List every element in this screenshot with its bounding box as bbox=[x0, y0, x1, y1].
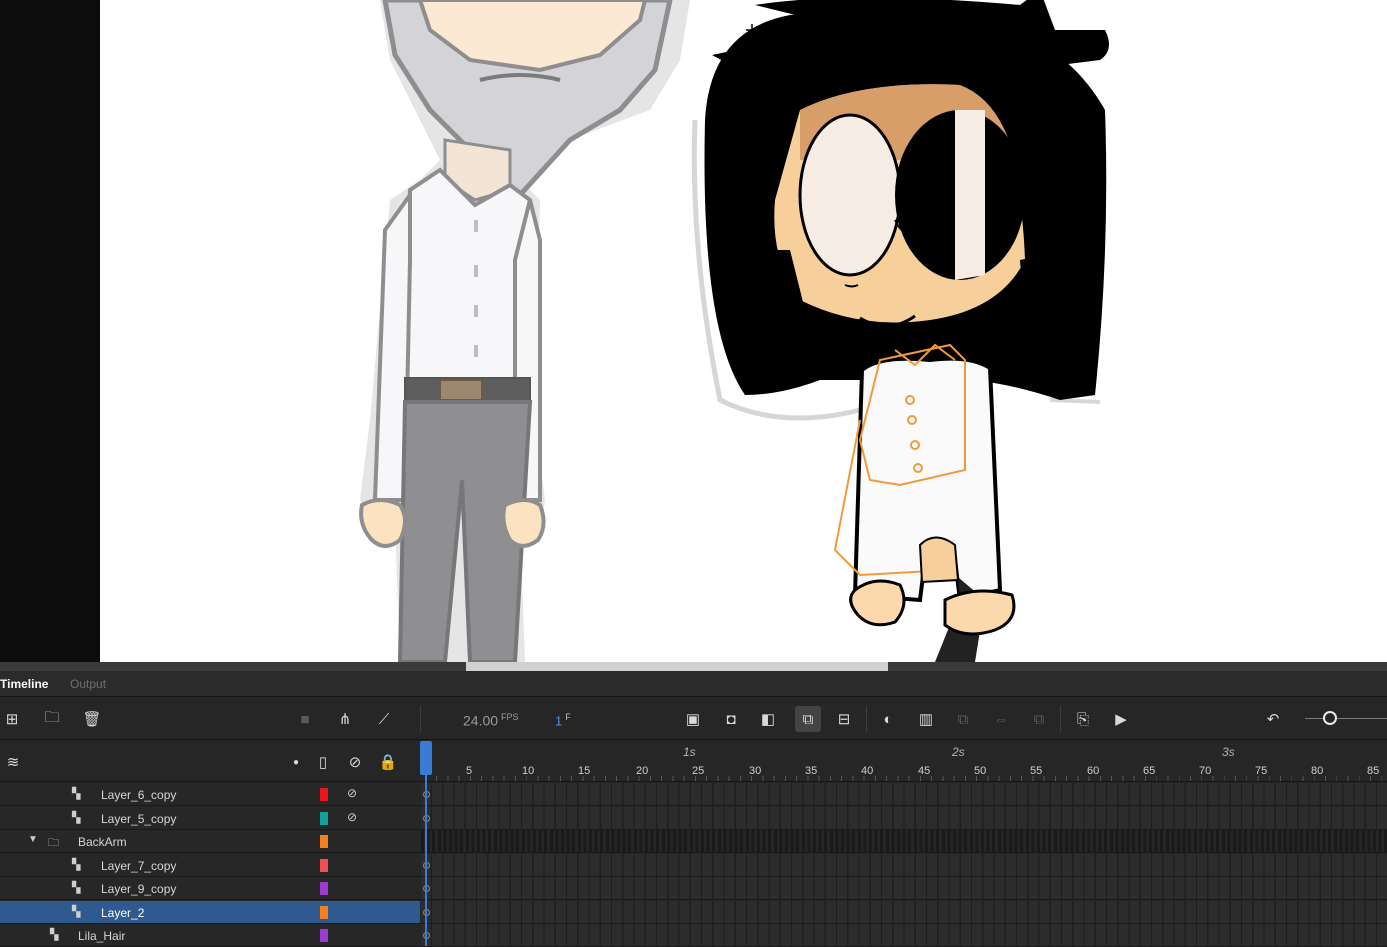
layer-color-swatch[interactable] bbox=[320, 811, 328, 825]
girl-figure bbox=[691, 0, 1109, 662]
layer-row[interactable]: ▚ Layer_9_copy bbox=[0, 877, 420, 900]
scrollbar-thumb[interactable] bbox=[466, 662, 888, 671]
undo-icon[interactable]: ↶ bbox=[1262, 708, 1284, 730]
camera-icon[interactable]: ■ bbox=[294, 708, 316, 730]
layer-name: Layer_5_copy bbox=[101, 811, 177, 826]
frame-row[interactable] bbox=[421, 806, 1387, 830]
layer-row[interactable]: ▚ Layer_5_copy ⊘ bbox=[0, 806, 420, 830]
trash-icon[interactable]: 🗑 bbox=[81, 708, 103, 730]
zoom-slider[interactable] bbox=[1305, 711, 1387, 725]
tab-timeline[interactable]: Timeline bbox=[0, 677, 48, 691]
layer-row[interactable]: ▚ Lila_Hair bbox=[0, 924, 420, 947]
layer-row[interactable]: ▚ Layer_6_copy ⊘ bbox=[0, 783, 420, 806]
layer-name: Layer_7_copy bbox=[101, 858, 177, 873]
slider-knob[interactable] bbox=[1323, 711, 1337, 725]
layer-name: Layer_9_copy bbox=[101, 882, 177, 896]
toolbar-divider bbox=[420, 706, 421, 732]
current-frame-display[interactable]: 1F bbox=[555, 712, 571, 728]
dot-icon[interactable]: ● bbox=[285, 751, 307, 773]
eye-hidden-icon[interactable]: ⊘ bbox=[347, 810, 357, 824]
layer-color-swatch[interactable] bbox=[320, 788, 328, 801]
layer-icon: ▚ bbox=[72, 788, 81, 800]
eye-hidden-icon[interactable]: ⊘ bbox=[347, 786, 357, 800]
layer-name: Layer_6_copy bbox=[101, 788, 177, 802]
character-artwork[interactable] bbox=[100, 0, 1387, 662]
multi-frame-icon[interactable]: ▥ bbox=[915, 708, 937, 730]
toolbar-divider bbox=[866, 706, 867, 732]
frame-icon[interactable]: ◧ bbox=[757, 708, 779, 730]
stage-horizontal-scrollbar[interactable] bbox=[0, 662, 1387, 671]
frame-row[interactable] bbox=[421, 853, 1387, 877]
layer-color-swatch[interactable] bbox=[320, 858, 328, 872]
layers-header: ≋ ● ▯ ⊘ 🔒 bbox=[0, 741, 420, 782]
layer-icon: ▚ bbox=[72, 905, 81, 918]
layer-row[interactable]: ▚ Layer_7_copy bbox=[0, 853, 420, 877]
layer-icon: ▚ bbox=[72, 811, 81, 824]
keyframe-icon[interactable]: ▣ bbox=[682, 708, 704, 730]
toolbar-divider bbox=[1060, 706, 1061, 732]
link-frames-icon[interactable]: ⇔ bbox=[990, 708, 1012, 730]
eye-hidden-icon[interactable]: ⊘ bbox=[344, 751, 366, 773]
frame-row[interactable] bbox=[421, 877, 1387, 900]
lock-icon[interactable]: 🔒 bbox=[377, 751, 399, 773]
remove-frame-icon[interactable]: ⊟ bbox=[833, 708, 855, 730]
frame-row[interactable] bbox=[421, 783, 1387, 806]
hierarchy-icon[interactable]: ⋔ bbox=[334, 708, 356, 730]
timeline-ruler[interactable]: 1s 2s 3s 5 10 15 20 25 30 35 40 45 50 55… bbox=[421, 741, 1387, 782]
layer-color-swatch[interactable] bbox=[320, 905, 328, 919]
frame-row[interactable] bbox=[421, 924, 1387, 946]
canvas[interactable] bbox=[100, 0, 1387, 662]
layer-color-swatch[interactable] bbox=[320, 882, 328, 895]
export-icon[interactable]: ⎘ bbox=[1072, 708, 1094, 730]
layer-folder-row[interactable]: ▼ 🗀 BackArm bbox=[0, 830, 420, 853]
timeline-panel: Timeline Output ⊞ 🗀 🗑 ■ ⋔ ⟋ 24.00 FPS 1F … bbox=[0, 671, 1387, 947]
folder-icon: 🗀 bbox=[48, 837, 59, 849]
tab-output[interactable]: Output bbox=[70, 677, 106, 691]
frames-grid[interactable] bbox=[421, 783, 1387, 946]
layer-icon: ▚ bbox=[50, 929, 59, 941]
play-icon[interactable]: ▶ bbox=[1110, 708, 1132, 730]
layer-color-swatch[interactable] bbox=[320, 929, 328, 942]
graph-icon[interactable]: ⟋ bbox=[373, 708, 395, 730]
stage-area[interactable] bbox=[0, 0, 1387, 662]
onion-skin-icon[interactable]: ◐ bbox=[877, 708, 899, 730]
panel-tabs: Timeline Output bbox=[0, 671, 1387, 697]
layer-list: ▚ Layer_6_copy ⊘ ▚ Layer_5_copy ⊘ ▼ 🗀 Ba… bbox=[0, 783, 420, 947]
layer-color-swatch[interactable] bbox=[320, 835, 328, 848]
layer-name: Lila_Hair bbox=[78, 929, 126, 943]
layer-name: BackArm bbox=[78, 835, 127, 849]
timeline-toolbar: ⊞ 🗀 🗑 ■ ⋔ ⟋ 24.00 FPS 1F ▣ ◘ ◧ ⧉ ⊟ ◐ ▥ ⧉ … bbox=[0, 698, 1387, 740]
frame-row-folder[interactable] bbox=[421, 830, 1387, 853]
layers-stack-icon: ≋ bbox=[6, 754, 20, 771]
empty-keyframe-icon[interactable]: ◘ bbox=[720, 708, 742, 730]
fps-display[interactable]: 24.00 FPS bbox=[463, 712, 519, 729]
frame-row[interactable] bbox=[421, 900, 1387, 924]
playhead[interactable] bbox=[425, 741, 427, 946]
ruler-ticks bbox=[421, 741, 1387, 781]
chevron-down-icon[interactable]: ▼ bbox=[28, 834, 40, 846]
paste-frames-icon[interactable]: ⧉ bbox=[1028, 708, 1050, 730]
layer-row-selected[interactable]: ▚ Layer_2 bbox=[0, 900, 420, 924]
copy-frames-icon[interactable]: ⧉ bbox=[952, 708, 974, 730]
old-man-figure bbox=[359, 0, 690, 662]
auto-keyframe-icon[interactable]: ⧉ bbox=[795, 706, 821, 732]
layer-icon: ▚ bbox=[72, 858, 81, 871]
layer-icon: ▚ bbox=[72, 882, 81, 894]
layer-name: Layer_2 bbox=[101, 905, 145, 920]
add-layer-icon[interactable]: ⊞ bbox=[1, 708, 23, 730]
folder-icon[interactable]: 🗀 bbox=[41, 708, 63, 730]
outline-icon[interactable]: ▯ bbox=[312, 751, 334, 773]
